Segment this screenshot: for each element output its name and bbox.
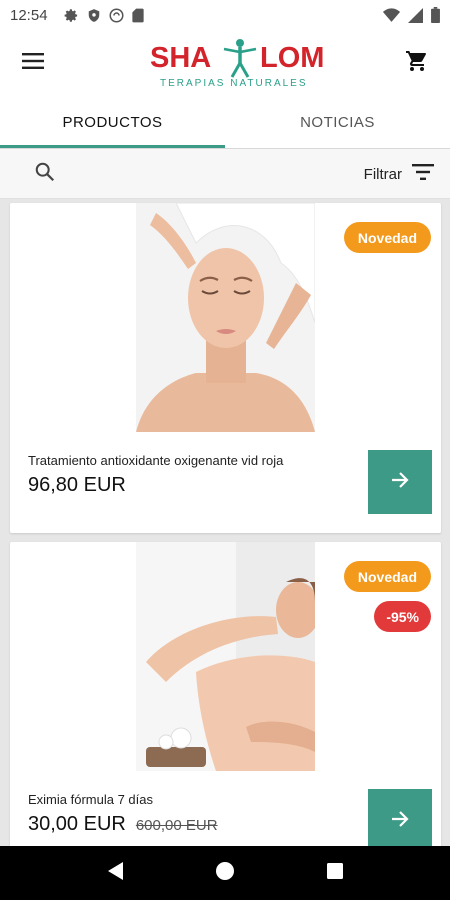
price-row: 96,80 EUR [28, 474, 126, 497]
sd-card-icon [131, 8, 144, 23]
product-price: 96,80 EUR [28, 474, 126, 496]
logo-tagline: TERAPIAS NATURALES [160, 78, 308, 89]
app-bar: SHA LOM TERAPIAS NATURALES [0, 30, 450, 96]
woman-facial-massage-photo [136, 203, 315, 432]
discount-badge: -95% [374, 601, 431, 632]
tab-productos[interactable]: PRODUCTOS [0, 96, 225, 148]
view-product-button[interactable] [368, 789, 432, 846]
cart-button[interactable] [398, 44, 436, 82]
status-bar: 12:54 [0, 0, 450, 30]
search-icon [34, 161, 56, 188]
vitruvian-man-icon [222, 38, 258, 78]
status-time: 12:54 [10, 6, 48, 24]
product-card[interactable]: Novedad Tratamiento antioxidante oxigena… [10, 203, 441, 533]
filter-list-icon [412, 163, 434, 185]
arrow-right-icon [390, 470, 410, 495]
hamburger-menu-icon [22, 52, 44, 74]
product-name: Tratamiento antioxidante oxigenante vid … [28, 453, 284, 468]
status-right [383, 7, 440, 23]
tab-bar: PRODUCTOS NOTICIAS [0, 96, 450, 148]
logo-text-right: LOM [260, 42, 325, 74]
wifi-icon [383, 7, 400, 23]
tab-noticias[interactable]: NOTICIAS [225, 96, 450, 148]
shield-icon [87, 8, 101, 23]
shalom-logo: SHA LOM TERAPIAS NATURALES [148, 38, 330, 94]
product-name: Eximia fórmula 7 días [28, 792, 153, 807]
signal-icon [408, 7, 423, 23]
system-nav-bar [0, 846, 450, 900]
search-button[interactable] [30, 160, 60, 188]
filter-label: Filtrar [363, 165, 402, 183]
product-card[interactable]: Novedad -95% Eximia fórmula 7 días 30,00… [10, 542, 441, 846]
view-product-button[interactable] [368, 450, 432, 514]
arrow-right-icon [390, 809, 410, 834]
recents-square-icon [326, 862, 344, 885]
novedad-badge: Novedad [343, 561, 431, 592]
product-price: 30,00 EUR [28, 813, 126, 835]
back-button[interactable] [95, 853, 135, 893]
filter-button[interactable]: Filtrar [358, 157, 440, 191]
menu-button[interactable] [14, 44, 52, 82]
settings-icon [64, 8, 79, 23]
logo-text-left: SHA [150, 42, 212, 74]
home-circle-icon [215, 861, 235, 886]
woman-back-massage-photo [136, 542, 315, 771]
back-triangle-icon [106, 861, 124, 886]
shopping-cart-icon [405, 49, 429, 78]
product-old-price: 600,00 EUR [135, 817, 218, 834]
product-list[interactable]: Novedad Tratamiento antioxidante oxigena… [0, 199, 450, 846]
status-icons-left [64, 8, 144, 23]
novedad-badge: Novedad [343, 222, 431, 253]
vpn-icon [109, 8, 124, 23]
status-left: 12:54 [10, 7, 144, 24]
battery-icon [431, 7, 440, 23]
recents-button[interactable] [315, 853, 355, 893]
filter-bar: Filtrar [0, 149, 450, 199]
home-button[interactable] [205, 853, 245, 893]
price-row: 30,00 EUR 600,00 EUR [28, 813, 218, 836]
